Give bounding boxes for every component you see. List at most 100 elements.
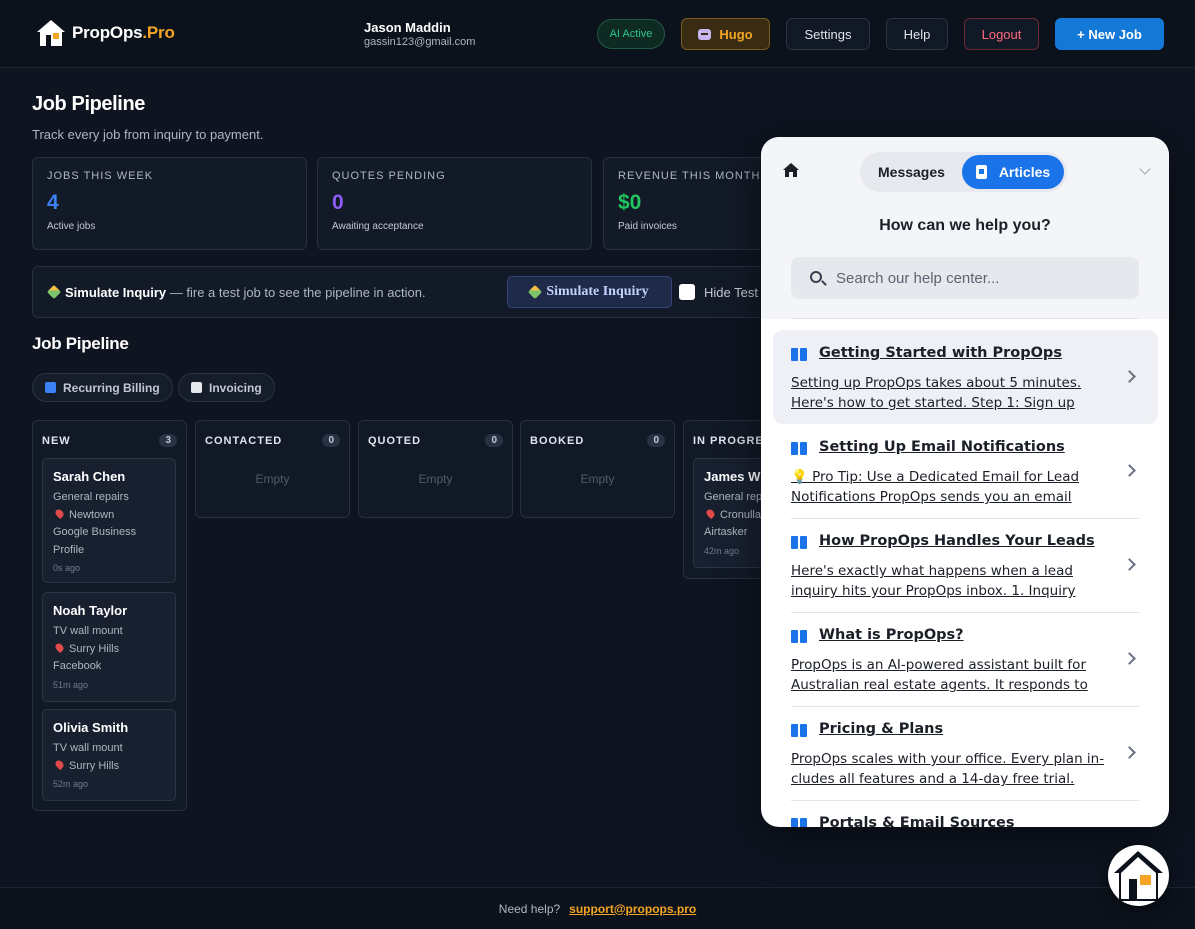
job-time: 42m ago [704, 545, 740, 556]
book-icon [791, 348, 808, 361]
help-launcher-button[interactable] [1108, 845, 1169, 906]
hugo-button[interactable]: Hugo [681, 18, 770, 50]
logo-name: PropOps [72, 23, 143, 42]
job-source: Facebook [53, 660, 102, 673]
article-title: What is PropOps? [819, 627, 964, 643]
book-icon [791, 536, 808, 549]
new-job-button[interactable]: + New Job [1055, 18, 1164, 50]
job-source: Google Business Profile [53, 526, 137, 556]
help-widget-header: Messages Articles How can we help you? S… [761, 137, 1169, 319]
chevron-right-icon [1123, 464, 1136, 477]
chevron-down-icon[interactable] [1139, 163, 1151, 175]
help-button[interactable]: Help [886, 18, 948, 50]
logout-button[interactable]: Logout [964, 18, 1039, 50]
chevron-right-icon [1123, 558, 1136, 571]
article-item[interactable]: How PropOps Handles Your Leads Here's ex… [773, 518, 1158, 612]
job-customer-name: Olivia Smith [53, 720, 129, 735]
page-subtitle: Track every job from inquiry to payment. [32, 127, 264, 142]
job-service: General repairs [53, 491, 129, 503]
help-widget: Messages Articles How can we help you? S… [761, 137, 1169, 827]
tab-articles[interactable]: Articles [962, 155, 1064, 189]
column-name: IN PROGRESS [693, 434, 768, 447]
simulate-bold-label: Simulate Inquiry [65, 285, 167, 300]
invoicing-button[interactable]: Invoicing [178, 373, 275, 402]
recurring-billing-button[interactable]: Recurring Billing [32, 373, 173, 402]
hide-test-toggle[interactable]: Hide Test [679, 284, 758, 300]
article-item[interactable]: Getting Started with PropOps Setting up … [773, 330, 1158, 424]
job-card[interactable]: Olivia Smith TV wall mount Surry Hills 52… [42, 709, 176, 801]
hide-test-checkbox[interactable] [679, 284, 695, 300]
job-time: 52m ago [53, 779, 89, 790]
book-icon [791, 818, 808, 827]
article-item[interactable]: Setting Up Email Notifications 💡 Pro Tip… [773, 424, 1158, 518]
job-service: TV wall mount [53, 625, 123, 637]
article-item[interactable]: What is PropOps? PropOps is an AI-powere… [773, 612, 1158, 706]
receipt-icon [191, 382, 202, 393]
help-title: How can we help you? [879, 217, 1051, 234]
column-contacted: CONTACTED 0 Empty [195, 420, 350, 518]
empty-label: Empty [255, 472, 290, 486]
simulate-inquiry-button[interactable]: Simulate Inquiry [507, 276, 672, 308]
location-pin-icon [53, 758, 66, 770]
article-item[interactable]: Portals & Email Sources [773, 800, 1158, 827]
stat-value: 4 [47, 191, 59, 214]
job-customer-name: James W [704, 469, 761, 484]
book-icon [791, 724, 808, 737]
job-service: TV wall mount [53, 742, 123, 754]
article-excerpt: Setting up PropOps takes about 5 minutes… [791, 375, 1082, 411]
user-info: Jason Maddin gassin123@gmail.com [364, 20, 475, 48]
article-title: Setting Up Email Notifications [819, 439, 1065, 455]
article-title: Getting Started with PropOps [819, 345, 1062, 361]
job-service: General rep [704, 491, 763, 503]
column-in-progress: IN PROGRESS James W General rep Cronulla A… [683, 420, 768, 579]
help-tabs: Messages Articles [860, 152, 1067, 192]
book-icon [975, 165, 987, 179]
pill-label: Invoicing [209, 380, 262, 395]
column-count: 0 [485, 434, 503, 447]
chevron-right-icon [1123, 746, 1136, 759]
house-logo-icon [1114, 851, 1163, 901]
job-card[interactable]: Sarah Chen General repairs Newtown Google … [42, 458, 176, 583]
empty-label: Empty [418, 472, 453, 486]
settings-button[interactable]: Settings [786, 18, 870, 50]
location-pin-icon [53, 641, 66, 653]
job-time: 51m ago [53, 679, 89, 690]
empty-label: Empty [580, 472, 615, 486]
article-title: How PropOps Handles Your Leads [819, 533, 1095, 549]
article-item[interactable]: Pricing & Plans PropOps scales with your… [773, 706, 1158, 800]
robot-icon [698, 28, 712, 40]
simulate-button-label: Simulate Inquiry [546, 284, 649, 299]
book-icon [791, 630, 808, 643]
help-search-input[interactable]: Search our help center... [791, 257, 1139, 299]
support-email-link[interactable]: support@propops.pro [569, 902, 696, 916]
column-new: NEW 3 Sarah Chen General repairs Newtown Go… [32, 420, 187, 811]
hugo-label: Hugo [719, 26, 753, 42]
simulate-text: — fire a test job to see the pipeline in… [166, 285, 426, 300]
ai-status-badge: AI Active [597, 19, 665, 49]
stat-label: QUOTES PENDING [332, 170, 446, 182]
home-icon[interactable] [783, 163, 799, 177]
column-name: NEW [42, 434, 71, 447]
simulate-bar: Simulate Inquiry — fire a test job to se… [32, 266, 792, 318]
column-count: 0 [647, 434, 665, 447]
refresh-icon [45, 382, 56, 393]
job-customer-name: Noah Taylor [53, 603, 128, 618]
chevron-right-icon [1123, 370, 1136, 383]
book-icon [791, 442, 808, 455]
logo-accent: .Pro [142, 23, 175, 42]
article-excerpt: Here's exactly what happens when a lead … [791, 563, 1076, 599]
column-name: BOOKED [530, 434, 585, 447]
job-suburb: Cronulla [720, 508, 761, 521]
article-excerpt: PropOps is an AI-powered assistant built… [791, 657, 1088, 693]
stat-note: Awaiting acceptance [332, 221, 424, 232]
stat-value: 0 [332, 191, 344, 214]
logo[interactable]: PropOps.Pro [36, 18, 175, 48]
job-card[interactable]: James W General rep Cronulla Airtasker 42m… [693, 458, 768, 568]
article-title: Pricing & Plans [819, 721, 944, 737]
tab-messages[interactable]: Messages [878, 164, 945, 180]
job-card[interactable]: Noah Taylor TV wall mount Surry Hills Face… [42, 592, 176, 702]
user-name: Jason Maddin [364, 20, 451, 35]
job-time: 0s ago [53, 563, 81, 574]
column-count: 0 [322, 434, 340, 447]
stat-jobs-this-week: JOBS THIS WEEK 4 Active jobs [32, 157, 307, 250]
